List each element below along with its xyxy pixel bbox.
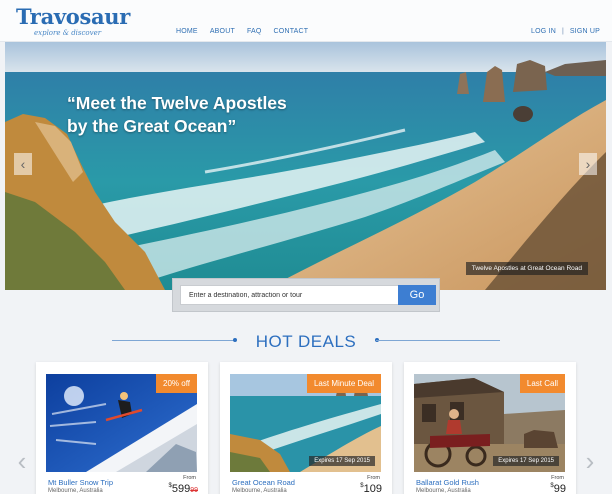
price-from-label: From (367, 475, 380, 481)
deal-location: Melbourne, Australia (232, 488, 287, 494)
nav-contact[interactable]: CONTACT (274, 28, 309, 35)
deal-name[interactable]: Ballarat Gold Rush (416, 478, 479, 487)
hero-photo (5, 42, 606, 290)
nav-about[interactable]: ABOUT (210, 28, 235, 35)
deal-name[interactable]: Great Ocean Road (232, 478, 295, 487)
hero-prev-button[interactable]: ‹ (14, 153, 32, 175)
deal-price: $109 (360, 483, 382, 494)
deal-card[interactable]: 20% off Mt Buller Snow Trip Melbourne, A… (36, 362, 208, 494)
hot-deals-heading: HOT DEALS (0, 330, 612, 351)
price-from-label: From (183, 475, 196, 481)
login-link[interactable]: LOG IN (531, 28, 556, 35)
deal-image: 20% off (46, 374, 197, 472)
price-value: 599 (171, 483, 191, 494)
hero-headline: “Meet the Twelve Apostles by the Great O… (67, 92, 287, 138)
chevron-left-icon: ‹ (17, 445, 27, 476)
chevron-right-icon: › (585, 445, 595, 476)
deal-badge: Last Call (519, 374, 565, 393)
price-from-label: From (551, 475, 564, 481)
search-bar: Go (172, 278, 440, 312)
signup-link[interactable]: SIGN UP (570, 28, 600, 35)
price-value: 109 (363, 483, 382, 494)
deal-image: Last Call Expires 17 Sep 2015 (414, 374, 565, 472)
deal-price: $59999 (169, 483, 199, 494)
hero-caption: Twelve Apostles at Great Ocean Road (465, 262, 588, 275)
deal-location: Melbourne, Australia (416, 488, 471, 494)
deal-price: $99 (550, 483, 566, 494)
main-nav: HOME ABOUT FAQ CONTACT (176, 28, 308, 35)
deal-badge: Last Minute Deal (306, 374, 381, 393)
search-go-button[interactable]: Go (398, 285, 436, 305)
logo[interactable]: Travosaur explore & discover (16, 4, 131, 38)
nav-home[interactable]: HOME (176, 28, 198, 35)
deal-card[interactable]: Last Minute Deal Expires 17 Sep 2015 Gre… (220, 362, 392, 494)
search-input[interactable] (180, 285, 400, 305)
hero-banner: “Meet the Twelve Apostles by the Great O… (5, 42, 606, 290)
deals-next-button[interactable]: › (580, 446, 600, 476)
deals-prev-button[interactable]: ‹ (12, 446, 32, 476)
hot-deals-title: HOT DEALS (255, 332, 357, 351)
site-header: Travosaur explore & discover HOME ABOUT … (0, 0, 612, 42)
logo-text: Travosaur (16, 4, 131, 29)
divider-right (376, 340, 500, 341)
old-price: 99 (190, 487, 198, 494)
deal-card[interactable]: Last Call Expires 17 Sep 2015 Ballarat G… (404, 362, 576, 494)
logo-tagline: explore & discover (34, 29, 102, 37)
deal-expiry: Expires 17 Sep 2015 (309, 456, 375, 466)
deal-location: Melbourne, Australia (48, 488, 103, 494)
hero-next-button[interactable]: › (579, 153, 597, 175)
hero-headline-line1: “Meet the Twelve Apostles (67, 93, 287, 113)
deal-badge: 20% off (156, 374, 197, 393)
nav-faq[interactable]: FAQ (247, 28, 262, 35)
account-links: LOG IN | SIGN UP (531, 28, 600, 35)
chevron-right-icon: › (585, 156, 591, 172)
chevron-left-icon: ‹ (20, 156, 26, 172)
price-value: 99 (553, 483, 566, 494)
deal-name[interactable]: Mt Buller Snow Trip (48, 478, 113, 487)
deal-image: Last Minute Deal Expires 17 Sep 2015 (230, 374, 381, 472)
hero-headline-line2: by the Great Ocean” (67, 116, 237, 136)
deal-expiry: Expires 17 Sep 2015 (493, 456, 559, 466)
separator: | (561, 28, 564, 35)
